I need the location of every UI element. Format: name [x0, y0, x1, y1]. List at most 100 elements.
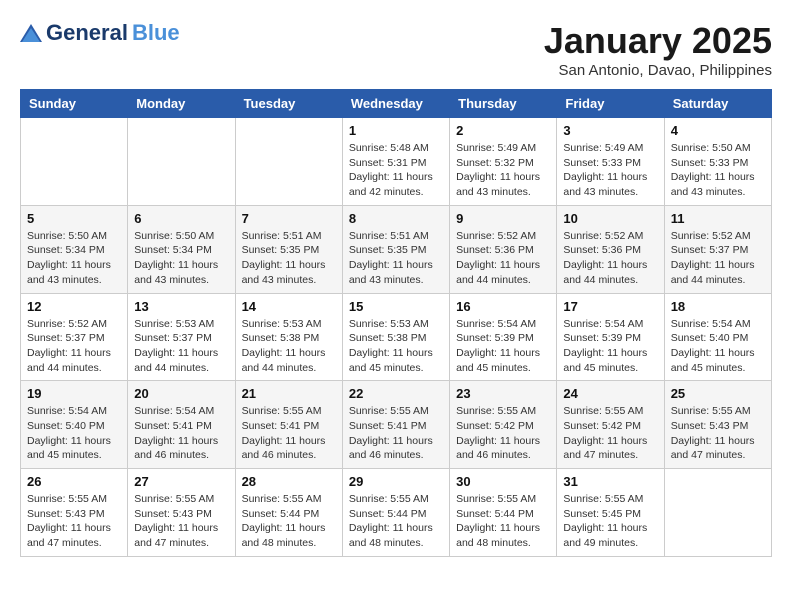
- day-number: 27: [134, 474, 228, 489]
- calendar-header-row: SundayMondayTuesdayWednesdayThursdayFrid…: [21, 90, 772, 118]
- calendar-cell: 5 Sunrise: 5:50 AM Sunset: 5:34 PM Daylig…: [21, 205, 128, 293]
- logo: GeneralBlue: [20, 20, 180, 46]
- calendar-cell: 13 Sunrise: 5:53 AM Sunset: 5:37 PM Dayli…: [128, 293, 235, 381]
- day-info: Sunrise: 5:53 AM Sunset: 5:38 PM Dayligh…: [349, 317, 443, 376]
- calendar-cell: 23 Sunrise: 5:55 AM Sunset: 5:42 PM Dayli…: [450, 381, 557, 469]
- calendar-cell: 15 Sunrise: 5:53 AM Sunset: 5:38 PM Dayli…: [342, 293, 449, 381]
- day-number: 23: [456, 386, 550, 401]
- calendar-cell: 24 Sunrise: 5:55 AM Sunset: 5:42 PM Dayli…: [557, 381, 664, 469]
- title-area: January 2025 San Antonio, Davao, Philipp…: [544, 20, 772, 79]
- day-number: 19: [27, 386, 121, 401]
- day-number: 22: [349, 386, 443, 401]
- header: GeneralBlue January 2025 San Antonio, Da…: [20, 20, 772, 79]
- day-info: Sunrise: 5:52 AM Sunset: 5:37 PM Dayligh…: [27, 317, 121, 376]
- calendar-cell: 25 Sunrise: 5:55 AM Sunset: 5:43 PM Dayli…: [664, 381, 771, 469]
- day-number: 30: [456, 474, 550, 489]
- day-info: Sunrise: 5:52 AM Sunset: 5:36 PM Dayligh…: [456, 229, 550, 288]
- calendar-cell: 2Sunrise: 5:49 AM Sunset: 5:32 PM Daylig…: [450, 118, 557, 206]
- calendar-cell: 9Sunrise: 5:52 AM Sunset: 5:36 PM Daylig…: [450, 205, 557, 293]
- day-number: 31: [563, 474, 657, 489]
- day-info: Sunrise: 5:55 AM Sunset: 5:44 PM Dayligh…: [349, 492, 443, 551]
- day-number: 17: [563, 299, 657, 314]
- calendar-cell: 11 Sunrise: 5:52 AM Sunset: 5:37 PM Dayli…: [664, 205, 771, 293]
- calendar-cell: 20Sunrise: 5:54 AM Sunset: 5:41 PM Dayli…: [128, 381, 235, 469]
- day-info: Sunrise: 5:55 AM Sunset: 5:41 PM Dayligh…: [242, 404, 336, 463]
- day-info: Sunrise: 5:50 AM Sunset: 5:33 PM Dayligh…: [671, 141, 765, 200]
- calendar-cell: 26Sunrise: 5:55 AM Sunset: 5:43 PM Dayli…: [21, 469, 128, 557]
- day-number: 12: [27, 299, 121, 314]
- logo-icon: [20, 24, 42, 42]
- logo-general: General: [46, 20, 128, 46]
- day-info: Sunrise: 5:54 AM Sunset: 5:39 PM Dayligh…: [456, 317, 550, 376]
- calendar-cell: [235, 118, 342, 206]
- day-number: 3: [563, 123, 657, 138]
- day-number: 4: [671, 123, 765, 138]
- day-number: 1: [349, 123, 443, 138]
- day-info: Sunrise: 5:49 AM Sunset: 5:33 PM Dayligh…: [563, 141, 657, 200]
- calendar-week-row: 26 Sunrise: 5:55 AM Sunset: 5:43 PM Dayli…: [21, 469, 772, 557]
- day-number: 8: [349, 211, 443, 226]
- day-number: 7: [242, 211, 336, 226]
- calendar-week-row: 1 Sunrise: 5:48 AM Sunset: 5:31 PM Daylig…: [21, 118, 772, 206]
- day-number: 18: [671, 299, 765, 314]
- day-number: 10: [563, 211, 657, 226]
- calendar-cell: 6 Sunrise: 5:50 AM Sunset: 5:34 PM Daylig…: [128, 205, 235, 293]
- day-info: Sunrise: 5:50 AM Sunset: 5:34 PM Dayligh…: [27, 229, 121, 288]
- calendar-cell: 30 Sunrise: 5:55 AM Sunset: 5:44 PM Dayli…: [450, 469, 557, 557]
- day-info: Sunrise: 5:55 AM Sunset: 5:44 PM Dayligh…: [456, 492, 550, 551]
- day-info: Sunrise: 5:52 AM Sunset: 5:37 PM Dayligh…: [671, 229, 765, 288]
- calendar-day-header: Wednesday: [342, 90, 449, 118]
- calendar-cell: 16 Sunrise: 5:54 AM Sunset: 5:39 PM Dayli…: [450, 293, 557, 381]
- day-number: 20: [134, 386, 228, 401]
- calendar-cell: [664, 469, 771, 557]
- day-info: Sunrise: 5:51 AM Sunset: 5:35 PM Dayligh…: [242, 229, 336, 288]
- calendar-cell: 19 Sunrise: 5:54 AM Sunset: 5:40 PM Dayli…: [21, 381, 128, 469]
- calendar-day-header: Monday: [128, 90, 235, 118]
- day-info: Sunrise: 5:55 AM Sunset: 5:41 PM Dayligh…: [349, 404, 443, 463]
- day-info: Sunrise: 5:48 AM Sunset: 5:31 PM Dayligh…: [349, 141, 443, 200]
- day-info: Sunrise: 5:55 AM Sunset: 5:44 PM Dayligh…: [242, 492, 336, 551]
- day-number: 25: [671, 386, 765, 401]
- day-info: Sunrise: 5:55 AM Sunset: 5:43 PM Dayligh…: [134, 492, 228, 551]
- day-number: 24: [563, 386, 657, 401]
- day-info: Sunrise: 5:55 AM Sunset: 5:43 PM Dayligh…: [671, 404, 765, 463]
- day-number: 15: [349, 299, 443, 314]
- day-info: Sunrise: 5:53 AM Sunset: 5:38 PM Dayligh…: [242, 317, 336, 376]
- day-number: 13: [134, 299, 228, 314]
- calendar-cell: 4 Sunrise: 5:50 AM Sunset: 5:33 PM Daylig…: [664, 118, 771, 206]
- calendar-title: January 2025: [544, 20, 772, 62]
- calendar-cell: [128, 118, 235, 206]
- day-info: Sunrise: 5:54 AM Sunset: 5:40 PM Dayligh…: [27, 404, 121, 463]
- day-number: 26: [27, 474, 121, 489]
- day-info: Sunrise: 5:55 AM Sunset: 5:42 PM Dayligh…: [563, 404, 657, 463]
- calendar-cell: 29 Sunrise: 5:55 AM Sunset: 5:44 PM Dayli…: [342, 469, 449, 557]
- day-number: 21: [242, 386, 336, 401]
- calendar-cell: 10 Sunrise: 5:52 AM Sunset: 5:36 PM Dayli…: [557, 205, 664, 293]
- calendar-subtitle: San Antonio, Davao, Philippines: [544, 62, 772, 79]
- day-number: 6: [134, 211, 228, 226]
- day-number: 11: [671, 211, 765, 226]
- day-info: Sunrise: 5:50 AM Sunset: 5:34 PM Dayligh…: [134, 229, 228, 288]
- calendar-cell: 14Sunrise: 5:53 AM Sunset: 5:38 PM Dayli…: [235, 293, 342, 381]
- calendar-cell: 18Sunrise: 5:54 AM Sunset: 5:40 PM Dayli…: [664, 293, 771, 381]
- day-number: 29: [349, 474, 443, 489]
- calendar-cell: 31 Sunrise: 5:55 AM Sunset: 5:45 PM Dayli…: [557, 469, 664, 557]
- day-info: Sunrise: 5:55 AM Sunset: 5:45 PM Dayligh…: [563, 492, 657, 551]
- calendar-day-header: Friday: [557, 90, 664, 118]
- calendar-cell: 1 Sunrise: 5:48 AM Sunset: 5:31 PM Daylig…: [342, 118, 449, 206]
- day-info: Sunrise: 5:51 AM Sunset: 5:35 PM Dayligh…: [349, 229, 443, 288]
- day-number: 2: [456, 123, 550, 138]
- calendar-week-row: 19 Sunrise: 5:54 AM Sunset: 5:40 PM Dayli…: [21, 381, 772, 469]
- day-number: 16: [456, 299, 550, 314]
- day-info: Sunrise: 5:53 AM Sunset: 5:37 PM Dayligh…: [134, 317, 228, 376]
- calendar-cell: 27 Sunrise: 5:55 AM Sunset: 5:43 PM Dayli…: [128, 469, 235, 557]
- day-number: 28: [242, 474, 336, 489]
- calendar-week-row: 12 Sunrise: 5:52 AM Sunset: 5:37 PM Dayli…: [21, 293, 772, 381]
- calendar-cell: 22 Sunrise: 5:55 AM Sunset: 5:41 PM Dayli…: [342, 381, 449, 469]
- calendar-cell: [21, 118, 128, 206]
- day-info: Sunrise: 5:55 AM Sunset: 5:42 PM Dayligh…: [456, 404, 550, 463]
- day-info: Sunrise: 5:52 AM Sunset: 5:36 PM Dayligh…: [563, 229, 657, 288]
- calendar-cell: 28 Sunrise: 5:55 AM Sunset: 5:44 PM Dayli…: [235, 469, 342, 557]
- calendar-cell: 8 Sunrise: 5:51 AM Sunset: 5:35 PM Daylig…: [342, 205, 449, 293]
- day-number: 5: [27, 211, 121, 226]
